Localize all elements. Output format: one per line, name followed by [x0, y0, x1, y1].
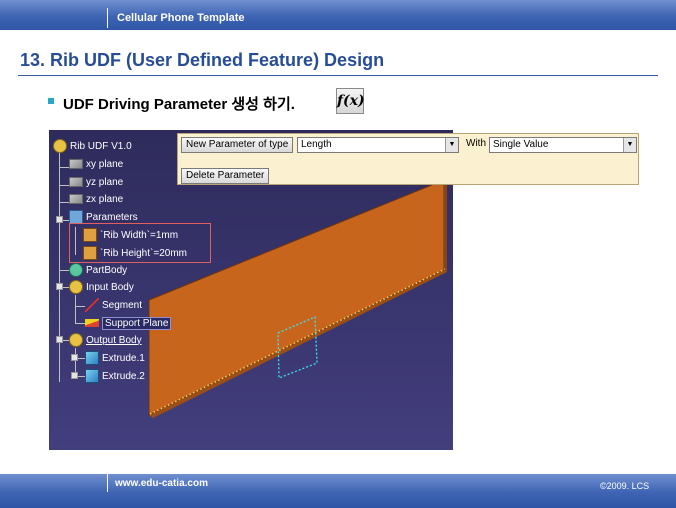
tree-root[interactable]: Rib UDF V1.0 — [53, 138, 132, 154]
tree-item-label: Output Body — [86, 334, 142, 346]
tree-connector — [75, 306, 85, 307]
expand-toggle[interactable] — [71, 372, 78, 379]
delete-parameter-button[interactable]: Delete Parameter — [181, 168, 270, 184]
tree-item-label: Segment — [102, 299, 143, 311]
tree-connector — [59, 167, 69, 168]
value-type-select[interactable]: Single Value ▼ — [489, 137, 637, 153]
parameter-dialog: New Parameter of type Length ▼ With Sing… — [177, 133, 639, 185]
extrude-icon — [85, 351, 99, 365]
parameter-icon — [83, 246, 97, 260]
tree-connector — [75, 295, 76, 323]
chevron-down-icon[interactable]: ▼ — [623, 138, 636, 152]
tree-connector — [75, 323, 85, 324]
plane-icon — [69, 159, 83, 169]
tree-item-label: Extrude.1 — [102, 352, 145, 364]
chevron-down-icon[interactable]: ▼ — [445, 138, 458, 152]
input-body-icon — [69, 280, 83, 294]
tree-item-yz-plane[interactable]: yz plane — [69, 174, 123, 190]
collapse-toggle[interactable] — [56, 336, 63, 343]
footer-bar: www.edu-catia.com ©2009. LCS — [0, 474, 676, 508]
with-label: With — [466, 138, 486, 149]
tree-item-extrude-1[interactable]: Extrude.1 — [85, 350, 145, 366]
expand-toggle[interactable] — [71, 354, 78, 361]
parameter-icon — [83, 228, 97, 242]
tree-item-support-plane[interactable]: Support Plane — [85, 315, 172, 331]
tree-connector — [59, 202, 69, 203]
tree-item-partbody[interactable]: PartBody — [69, 262, 127, 278]
collapse-toggle[interactable] — [56, 283, 63, 290]
value-type-value: Single Value — [493, 139, 549, 150]
plane-icon — [69, 177, 83, 187]
slide-title: 13. Rib UDF (User Defined Feature) Desig… — [20, 50, 385, 70]
template-title: Cellular Phone Template — [117, 12, 245, 24]
tree-item-label: `Rib Height`=20mm — [100, 247, 187, 259]
plane-icon — [69, 194, 83, 204]
tree-connector — [59, 270, 69, 271]
tree-item-label: `Rib Width`=1mm — [100, 229, 179, 241]
footer-copyright: ©2009. LCS — [600, 481, 650, 491]
tree-item-label: xy plane — [86, 158, 124, 170]
output-body-icon — [69, 333, 83, 347]
new-parameter-button[interactable]: New Parameter of type — [181, 137, 294, 153]
segment-icon — [85, 298, 99, 312]
tree-item-label: Input Body — [86, 281, 134, 293]
tree-connector — [59, 185, 69, 186]
header-separator — [107, 8, 108, 28]
title-divider — [18, 75, 658, 76]
parameter-type-value: Length — [301, 139, 332, 150]
tree-item-segment[interactable]: Segment — [85, 297, 142, 313]
support-plane-icon — [85, 319, 99, 327]
formula-fx-icon[interactable]: f(x) — [336, 88, 365, 114]
tree-item-extrude-2[interactable]: Extrude.2 — [85, 368, 145, 384]
tree-item-rib-width[interactable]: `Rib Width`=1mm — [83, 227, 178, 243]
bullet-text: UDF Driving Parameter 생성 하기. — [63, 96, 295, 113]
tree-item-label: zx plane — [86, 193, 124, 205]
footer-separator — [107, 474, 108, 492]
footer-url: www.edu-catia.com — [115, 478, 208, 489]
tree-connector — [59, 152, 60, 382]
tree-item-label: Extrude.2 — [102, 370, 145, 382]
part-gear-icon — [53, 139, 67, 153]
parameters-icon — [69, 210, 83, 224]
parameter-type-select[interactable]: Length ▼ — [297, 137, 459, 153]
bullet-icon — [48, 98, 54, 104]
tree-item-input-body[interactable]: Input Body — [69, 279, 134, 295]
body-gear-icon — [69, 263, 83, 277]
tree-item-label: Support Plane — [102, 316, 172, 330]
tree-item-label: yz plane — [86, 176, 124, 188]
header-bar: Cellular Phone Template — [0, 0, 676, 30]
tree-item-zx-plane[interactable]: zx plane — [69, 191, 123, 207]
tree-root-label: Rib UDF V1.0 — [70, 140, 132, 152]
collapse-toggle[interactable] — [56, 216, 63, 223]
tree-item-label: PartBody — [86, 264, 128, 276]
tree-item-rib-height[interactable]: `Rib Height`=20mm — [83, 245, 187, 261]
tree-item-label: Parameters — [86, 211, 138, 223]
extrude-icon — [85, 369, 99, 383]
tree-item-xy-plane[interactable]: xy plane — [69, 156, 123, 172]
tree-item-output-body[interactable]: Output Body — [69, 332, 142, 348]
